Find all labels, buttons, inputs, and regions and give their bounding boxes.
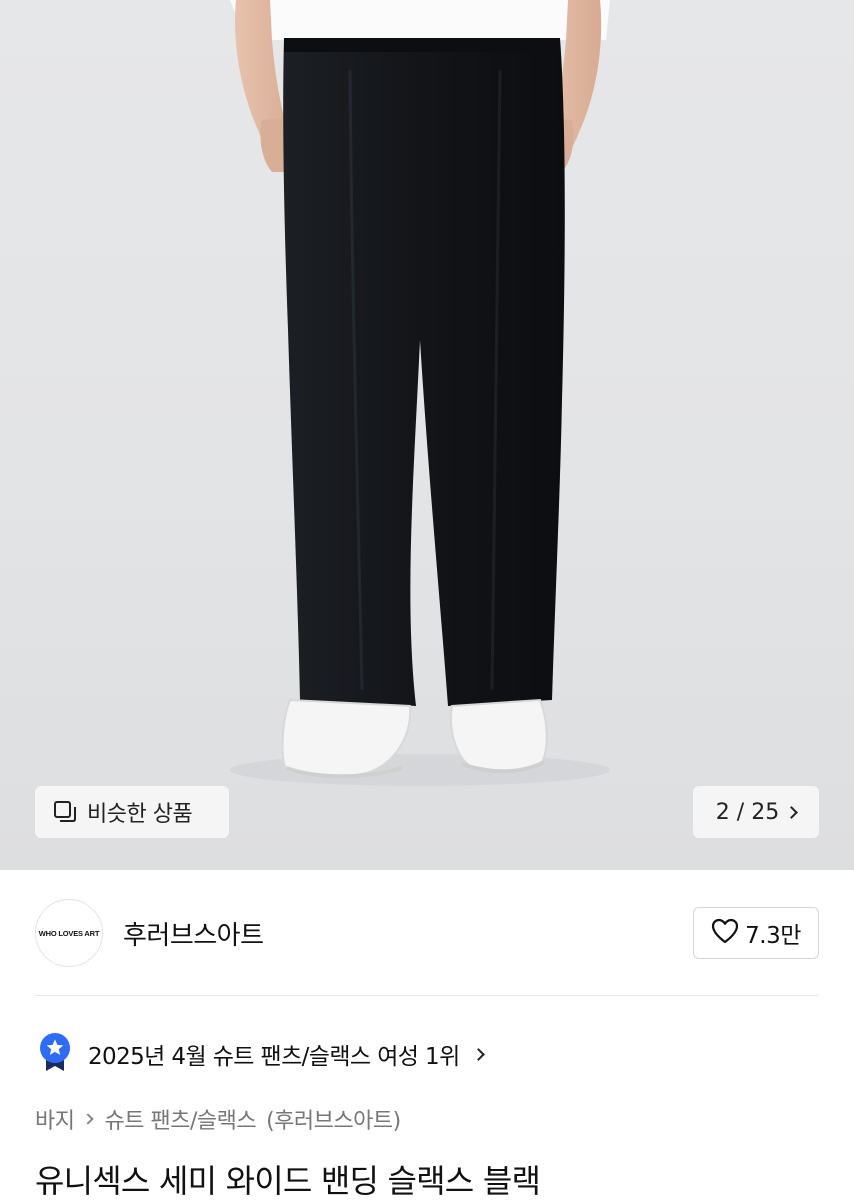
like-button[interactable]: 7.3만 xyxy=(693,907,819,959)
product-image[interactable]: 비슷한 상품 2 / 25 xyxy=(0,0,854,870)
breadcrumb-item[interactable]: 바지 xyxy=(35,1103,75,1135)
brand-logo-text: WHO LOVES ART xyxy=(38,928,100,938)
ranking-text: 2025년 4월 슈트 팬츠/슬랙스 여성 1위 xyxy=(88,1044,460,1070)
model-photo xyxy=(230,0,610,786)
brand-name[interactable]: 후러브스아트 xyxy=(123,915,264,952)
blue-star-badge-icon xyxy=(38,1032,72,1076)
breadcrumb-item[interactable]: 슈트 팬츠/슬랙스 xyxy=(104,1103,256,1135)
chevron-right-icon xyxy=(82,1113,95,1125)
similar-products-button[interactable]: 비슷한 상품 xyxy=(35,786,229,838)
breadcrumb: 바지 슈트 팬츠/슬랙스 (후러브스아트) xyxy=(35,1102,401,1136)
product-title: 유니섹스 세미 와이드 밴딩 슬랙스 블랙 xyxy=(35,1162,541,1200)
brand-logo[interactable]: WHO LOVES ART xyxy=(35,899,103,967)
image-counter-button[interactable]: 2 / 25 xyxy=(693,786,819,838)
stacked-squares-icon xyxy=(53,800,77,824)
ranking-link[interactable]: 2025년 4월 슈트 팬츠/슬랙스 여성 1위 xyxy=(38,1032,485,1076)
chevron-right-icon xyxy=(471,1047,485,1061)
divider xyxy=(35,995,819,996)
similar-products-label: 비슷한 상품 xyxy=(87,802,193,827)
brand-row: WHO LOVES ART 후러브스아트 7.3만 xyxy=(35,898,819,968)
breadcrumb-brand[interactable]: (후러브스아트) xyxy=(266,1103,401,1135)
chevron-right-icon xyxy=(785,805,799,819)
image-counter-text: 2 / 25 xyxy=(715,799,780,825)
like-count: 7.3만 xyxy=(745,923,801,949)
heart-outline-icon xyxy=(711,918,739,948)
